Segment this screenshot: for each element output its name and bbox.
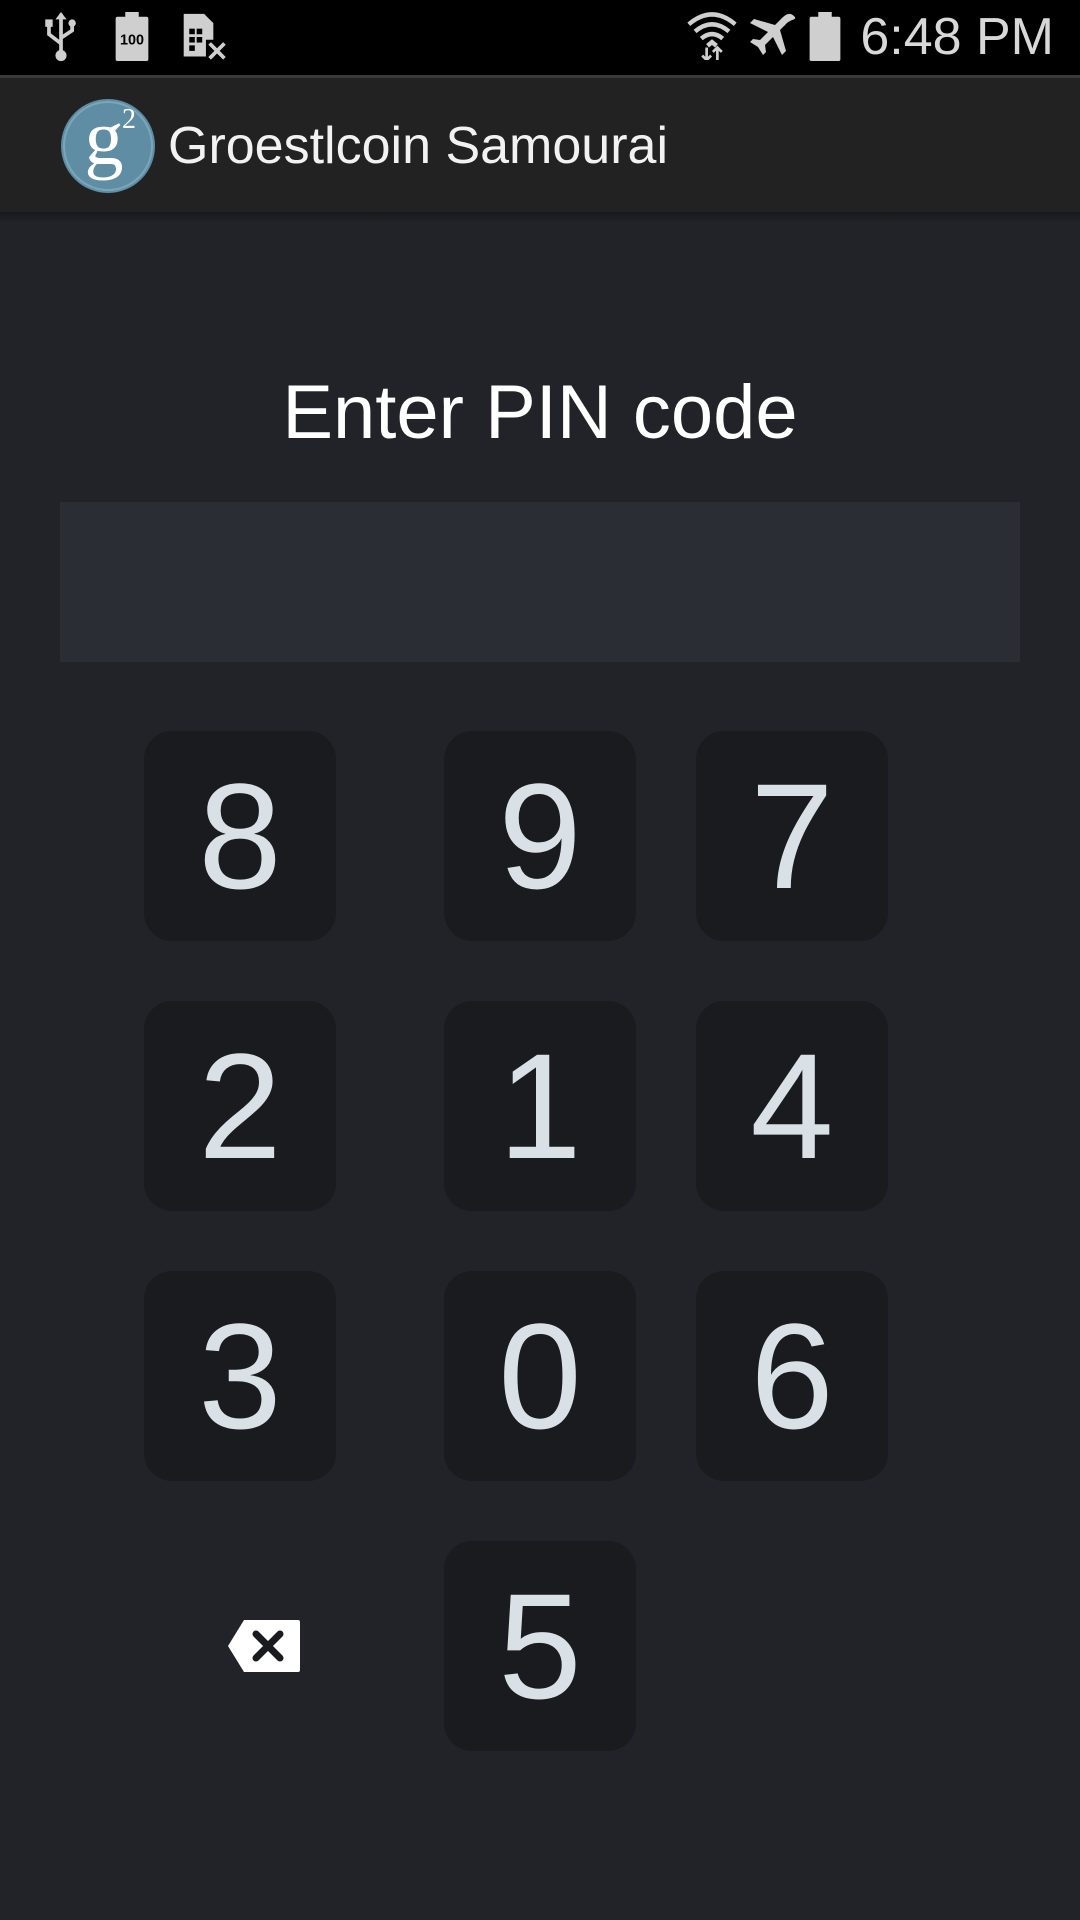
battery-icon	[809, 12, 841, 62]
pin-entry-screen: 100 6:48 PM g 2 Groestlcoin Samourai Ent…	[0, 0, 1080, 1920]
key-3[interactable]: 3	[144, 1271, 336, 1481]
pin-input[interactable]	[60, 502, 1020, 662]
no-sim-icon	[183, 13, 226, 60]
app-logo-icon[interactable]: g 2	[60, 98, 156, 194]
key-6[interactable]: 6	[696, 1271, 888, 1481]
pin-prompt: Enter PIN code	[282, 370, 798, 455]
status-bar: 100 6:48 PM	[0, 0, 1080, 75]
key-1[interactable]: 1	[444, 1001, 636, 1211]
key-digit: 6	[750, 1292, 834, 1460]
key-digit: 8	[198, 752, 282, 920]
status-bar-clock: 6:48 PM	[860, 8, 1054, 66]
app-action-bar: g 2 Groestlcoin Samourai	[0, 78, 1080, 212]
key-digit: 0	[498, 1292, 582, 1460]
key-digit: 4	[750, 1022, 834, 1190]
battery-level-label: 100	[120, 33, 144, 49]
key-0[interactable]: 0	[444, 1271, 636, 1481]
key-digit: 5	[498, 1562, 582, 1730]
action-bar-shadow	[0, 212, 1080, 222]
key-4[interactable]: 4	[696, 1001, 888, 1211]
app-logo-superscript: 2	[122, 104, 136, 135]
backspace-icon[interactable]	[226, 1618, 302, 1674]
airplane-mode-icon	[750, 13, 796, 55]
battery-full-icon: 100	[115, 12, 149, 62]
key-digit: 7	[750, 752, 834, 920]
usb-icon	[45, 12, 76, 62]
app-logo-letter: g	[85, 98, 124, 181]
key-digit: 9	[498, 752, 582, 920]
key-digit: 1	[498, 1022, 582, 1190]
wifi-icon	[687, 12, 737, 60]
app-title: Groestlcoin Samourai	[168, 117, 668, 175]
key-7[interactable]: 7	[696, 731, 888, 941]
key-9[interactable]: 9	[444, 731, 636, 941]
key-8[interactable]: 8	[144, 731, 336, 941]
key-digit: 2	[198, 1022, 282, 1190]
key-5[interactable]: 5	[444, 1541, 636, 1751]
key-2[interactable]: 2	[144, 1001, 336, 1211]
key-digit: 3	[198, 1292, 282, 1460]
